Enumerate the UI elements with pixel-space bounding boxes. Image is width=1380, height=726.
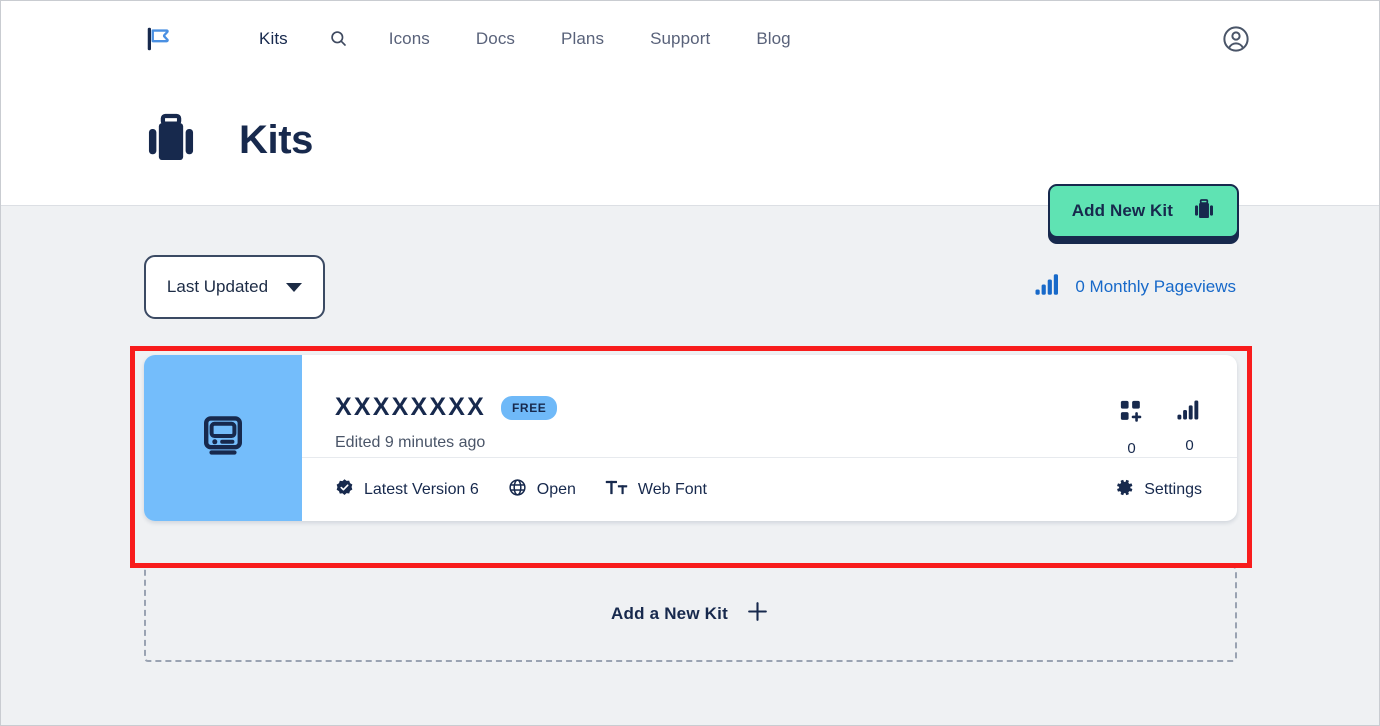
add-new-kit-placeholder[interactable]: Add a New Kit bbox=[144, 566, 1237, 662]
status-badge: FREE bbox=[501, 395, 558, 420]
add-new-kit-label: Add New Kit bbox=[1071, 201, 1173, 220]
kit-webfont-label: Web Font bbox=[637, 480, 707, 498]
kit-settings-label: Settings bbox=[1144, 480, 1202, 498]
add-new-kit-placeholder-label: Add a New Kit bbox=[611, 604, 728, 623]
plus-icon bbox=[745, 599, 770, 629]
sort-dropdown-label: Last Updated bbox=[166, 277, 269, 296]
kit-stats: 0 0 bbox=[1119, 393, 1202, 457]
nav-item-icons[interactable]: Icons bbox=[366, 23, 453, 55]
kit-card-top: XXXXXXXX FREE Edited 9 minutes ago 0 0 bbox=[302, 355, 1237, 458]
check-badge-icon bbox=[335, 478, 354, 502]
sort-dropdown[interactable]: Last Updated bbox=[144, 255, 325, 319]
grid-plus-icon bbox=[1119, 399, 1144, 429]
classic-computer-icon bbox=[199, 412, 247, 465]
main-content: Last Updated 0 Monthly Pageviews XXXXXXX… bbox=[1, 206, 1379, 662]
web-font-icon bbox=[605, 478, 628, 502]
search-icon[interactable] bbox=[311, 23, 366, 54]
monthly-pageviews-label: 0 Monthly Pageviews bbox=[1075, 277, 1236, 296]
kit-settings-item[interactable]: Settings bbox=[1115, 478, 1202, 502]
nav-links: Kits Icons Docs Plans Support Blog bbox=[236, 23, 814, 55]
kit-card-body: XXXXXXXX FREE Edited 9 minutes ago 0 0 L… bbox=[302, 355, 1237, 521]
nav-item-docs[interactable]: Docs bbox=[453, 23, 538, 55]
kit-icons-count-value: 0 bbox=[1127, 440, 1136, 457]
gear-icon bbox=[1115, 478, 1134, 502]
bar-chart-icon bbox=[1035, 273, 1062, 301]
kit-icons-count-stat[interactable]: 0 bbox=[1119, 399, 1144, 457]
user-circle-icon[interactable] bbox=[1221, 24, 1251, 54]
app-page: Kits Icons Docs Plans Support Blog Kits … bbox=[0, 0, 1380, 726]
kit-open-item[interactable]: Open bbox=[508, 478, 576, 502]
globe-icon bbox=[508, 478, 527, 502]
kit-title-row: XXXXXXXX FREE bbox=[335, 393, 558, 422]
kit-webfont-item[interactable]: Web Font bbox=[605, 478, 707, 502]
top-navigation-bar: Kits Icons Docs Plans Support Blog bbox=[1, 1, 1379, 76]
kit-card[interactable]: XXXXXXXX FREE Edited 9 minutes ago 0 0 L… bbox=[144, 355, 1237, 521]
page-title: Kits bbox=[239, 118, 313, 162]
chevron-down-icon bbox=[286, 282, 303, 292]
nav-item-plans[interactable]: Plans bbox=[538, 23, 627, 55]
bar-chart-icon bbox=[1177, 399, 1202, 426]
kit-version-item[interactable]: Latest Version 6 bbox=[335, 478, 479, 502]
kit-pageviews-stat[interactable]: 0 bbox=[1177, 399, 1202, 457]
briefcase-icon bbox=[1193, 198, 1215, 225]
nav-item-support[interactable]: Support bbox=[627, 23, 733, 55]
add-new-kit-button[interactable]: Add New Kit bbox=[1047, 184, 1239, 238]
kit-edited-timestamp: Edited 9 minutes ago bbox=[335, 434, 486, 451]
briefcase-icon bbox=[144, 111, 198, 170]
kit-info: XXXXXXXX FREE Edited 9 minutes ago bbox=[335, 393, 558, 452]
monthly-pageviews-stat[interactable]: 0 Monthly Pageviews bbox=[1035, 273, 1236, 301]
kit-thumbnail[interactable] bbox=[144, 355, 302, 521]
kit-title: XXXXXXXX bbox=[335, 393, 486, 421]
kit-footer-actions: Latest Version 6 Open Web Font bbox=[335, 478, 707, 502]
page-header: Kits Add New Kit bbox=[1, 76, 1379, 238]
nav-item-kits[interactable]: Kits bbox=[236, 23, 311, 55]
nav-item-blog[interactable]: Blog bbox=[733, 23, 813, 55]
kit-card-wrapper: XXXXXXXX FREE Edited 9 minutes ago 0 0 L… bbox=[130, 346, 1252, 568]
kit-open-label: Open bbox=[536, 480, 576, 498]
flag-icon[interactable] bbox=[144, 24, 174, 54]
kit-card-footer: Latest Version 6 Open Web Font Settings bbox=[302, 458, 1237, 521]
kit-version-label: Latest Version 6 bbox=[364, 480, 479, 498]
kit-pageviews-value: 0 bbox=[1185, 437, 1194, 454]
